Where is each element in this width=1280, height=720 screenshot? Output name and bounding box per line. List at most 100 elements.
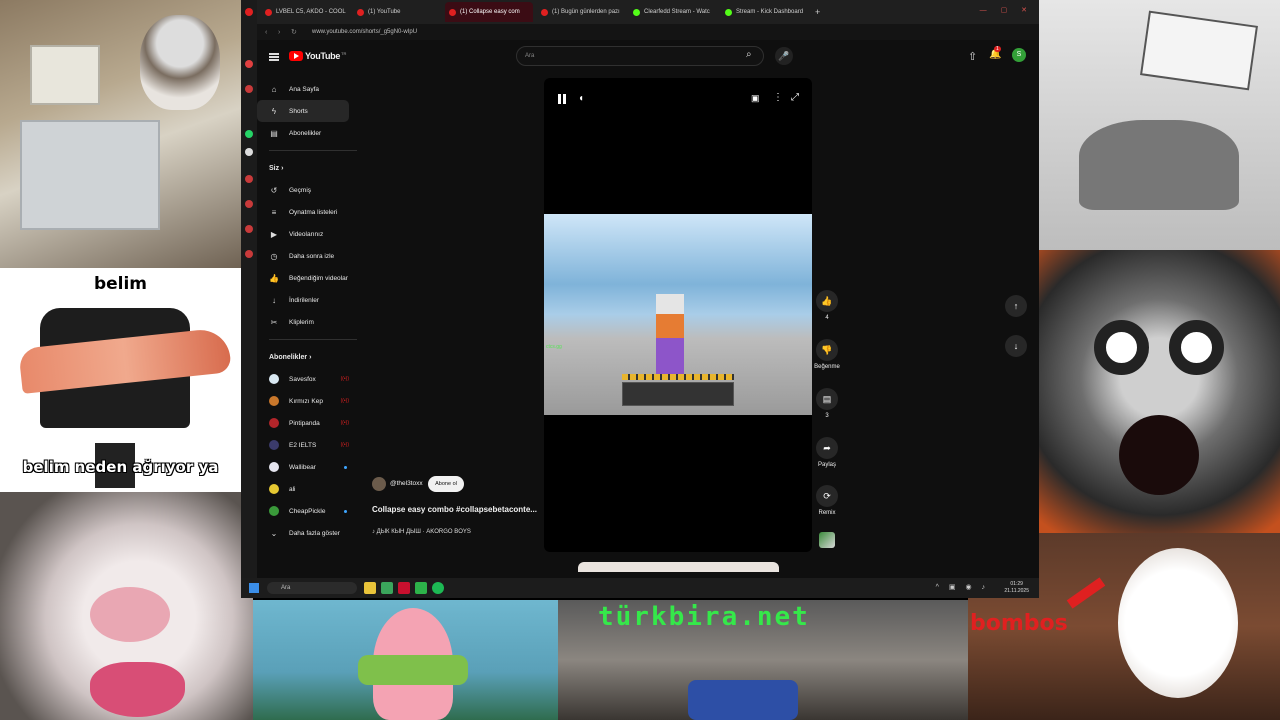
sidebar-item-playlists[interactable]: ≡ Oynatma listeleri (257, 201, 357, 223)
sound-thumbnail[interactable] (819, 532, 835, 548)
sidebar-item-history[interactable]: ↺ Geçmiş (257, 179, 357, 201)
more-options-icon[interactable]: ⋮ (773, 92, 783, 103)
youtube-sidebar: ⌂ Ana Sayfa ϟ Shorts ▤ Abonelikler Siz › ↺ Geç… (257, 78, 357, 544)
sidebar-item-label: Beğendiğim videolar (289, 274, 348, 282)
live-icon: ((•)) (340, 442, 349, 448)
video-title[interactable]: Collapse easy combo #collapsebetaconte..… (372, 505, 537, 514)
new-content-dot-icon (344, 509, 347, 513)
next-short-arrow-icon[interactable]: ↓ (1005, 335, 1027, 357)
chrome-icon[interactable] (381, 582, 393, 594)
youtube-logo-text: YouTube (305, 51, 341, 61)
show-more-button[interactable]: ⌄ Daha fazla göster (257, 522, 357, 544)
sidebar-item-label: Oynatma listeleri (289, 208, 338, 216)
opera-icon[interactable] (398, 582, 410, 594)
remix-button[interactable]: ⟳ Remix (807, 485, 847, 516)
subscription-label: CheapPickle (289, 507, 326, 515)
shrimp-chair-meme: belim belim neden ağrıyor ya (0, 268, 241, 492)
red-arrow-icon (1066, 577, 1106, 609)
cat-computer-meme (0, 0, 241, 268)
subscription-item[interactable]: Savesfox ((•)) (257, 368, 357, 390)
chevron-down-icon: ⌄ (270, 528, 278, 538)
fullscreen-icon[interactable]: ⤢ (791, 92, 799, 103)
new-content-dot-icon (344, 465, 347, 469)
volume-icon[interactable]: ◖ (578, 93, 584, 104)
sidebar-item-your-videos[interactable]: ▶ Videolarınız (257, 223, 357, 245)
subscription-item[interactable]: Wallibear (257, 456, 357, 478)
system-tray[interactable]: ^ ▣ ◉ ♪ (936, 583, 989, 591)
logo-country: TR (341, 50, 347, 56)
liked-videos-icon: 👍 (269, 273, 279, 283)
subscription-label: Wallibear (289, 463, 316, 471)
playlists-icon: ≡ (271, 207, 277, 217)
windows-taskbar: Ara ^ ▣ ◉ ♪ 01:29 21.11.2025 (241, 578, 1039, 598)
sidebar-subscriptions-list: Savesfox ((•)) Kırmızı Kep ((•)) Pintipanda (… (257, 368, 357, 522)
cat-nose (90, 587, 170, 642)
channel-avatar (269, 462, 279, 472)
remix-label: Remix (818, 510, 836, 516)
account-avatar[interactable]: S (1012, 48, 1026, 62)
search-input[interactable]: Ara (516, 46, 764, 66)
shorts-player[interactable]: ◖ ▣ ⋮ ⤢ ctcs.gg (544, 78, 812, 552)
channel-avatar[interactable] (372, 477, 386, 491)
sidebar-item-home[interactable]: ⌂ Ana Sayfa (257, 78, 357, 100)
subscription-item[interactable]: E2 IELTS ((•)) (257, 434, 357, 456)
share-button[interactable]: ➦ Paylaş (807, 437, 847, 468)
sidebar-item-downloads[interactable]: ↓ İndirilenler (257, 289, 357, 311)
patrick-meme (253, 600, 558, 720)
taskbar-clock[interactable]: 01:29 21.11.2025 (1004, 581, 1029, 595)
sidebar-item-watch-later[interactable]: ◷ Daha sonra izle (257, 245, 357, 267)
sidebar-item-shorts[interactable]: ϟ Shorts (257, 100, 349, 122)
comments-button[interactable]: ▤ 3 (807, 388, 847, 419)
next-short-preview[interactable] (578, 562, 779, 572)
subscription-item[interactable]: Pintipanda ((•)) (257, 412, 357, 434)
like-button[interactable]: 👍 4 (807, 290, 847, 321)
sidebar-item-label: Geçmiş (289, 186, 312, 194)
comment-icon: ▤ (816, 388, 838, 410)
game-hud-bar (622, 374, 734, 380)
subscription-label: ali (289, 485, 296, 493)
clips-icon: ✂ (270, 317, 278, 327)
game-hotbar (622, 382, 734, 406)
previous-short-arrow-icon[interactable]: ↑ (1005, 295, 1027, 317)
search-icon[interactable]: ⌕ (746, 49, 760, 63)
sidebar-item-label: Shorts (289, 107, 308, 115)
microphone-icon[interactable]: 🎤 (775, 47, 793, 65)
youtube-play-icon (289, 51, 303, 61)
sidebar-item-subscriptions[interactable]: ▤ Abonelikler (257, 122, 357, 144)
cat-beer-meme: türkbira.net (558, 600, 968, 720)
spotify-icon[interactable] (432, 582, 444, 594)
remix-icon: ⟳ (816, 485, 838, 507)
taskbar-search-input[interactable]: Ara (267, 582, 357, 594)
sidebar-divider (269, 150, 357, 151)
downloads-icon: ↓ (272, 295, 276, 305)
subscription-item[interactable]: CheapPickle (257, 500, 357, 522)
sidebar-subscriptions-header[interactable]: Abonelikler › (257, 346, 357, 368)
subscriptions-icon: ▤ (270, 128, 278, 138)
sidebar-main-section: ⌂ Ana Sayfa ϟ Shorts ▤ Abonelikler (257, 78, 357, 144)
history-icon: ↺ (270, 185, 278, 195)
dislike-button[interactable]: 👎 Beğenme (807, 339, 847, 370)
captions-icon[interactable]: ▣ (751, 93, 760, 104)
beer-can (688, 680, 798, 720)
channel-avatar (269, 418, 279, 428)
subscription-item[interactable]: ali (257, 478, 357, 500)
windows-start-icon[interactable] (249, 583, 259, 593)
video-frame[interactable]: ctcs.gg (544, 214, 812, 415)
menu-icon[interactable] (269, 53, 279, 61)
subscription-item[interactable]: Kırmızı Kep ((•)) (257, 390, 357, 412)
sidebar-item-clips[interactable]: ✂ Kliplerim (257, 311, 357, 333)
music-info[interactable]: ♪ ДЫК КЫН ДЫШ · AKORGO BOYS (372, 529, 471, 535)
file-explorer-icon[interactable] (364, 582, 376, 594)
subscribe-button[interactable]: Abone ol (428, 476, 464, 492)
app-icon[interactable] (415, 582, 427, 594)
youtube-logo[interactable]: YouTube TR (289, 51, 346, 61)
sidebar-item-liked-videos[interactable]: 👍 Beğendiğim videolar (257, 267, 357, 289)
sidebar-item-label: Abonelikler (289, 129, 322, 137)
game-character (656, 294, 684, 374)
white-kitten (1118, 548, 1238, 698)
sidebar-divider (269, 339, 357, 340)
sidebar-you-header[interactable]: Siz › (257, 157, 357, 179)
channel-name[interactable]: @thel3toxx (390, 480, 423, 487)
upload-icon[interactable]: ⇧ (968, 50, 977, 63)
pause-icon[interactable] (558, 94, 566, 104)
